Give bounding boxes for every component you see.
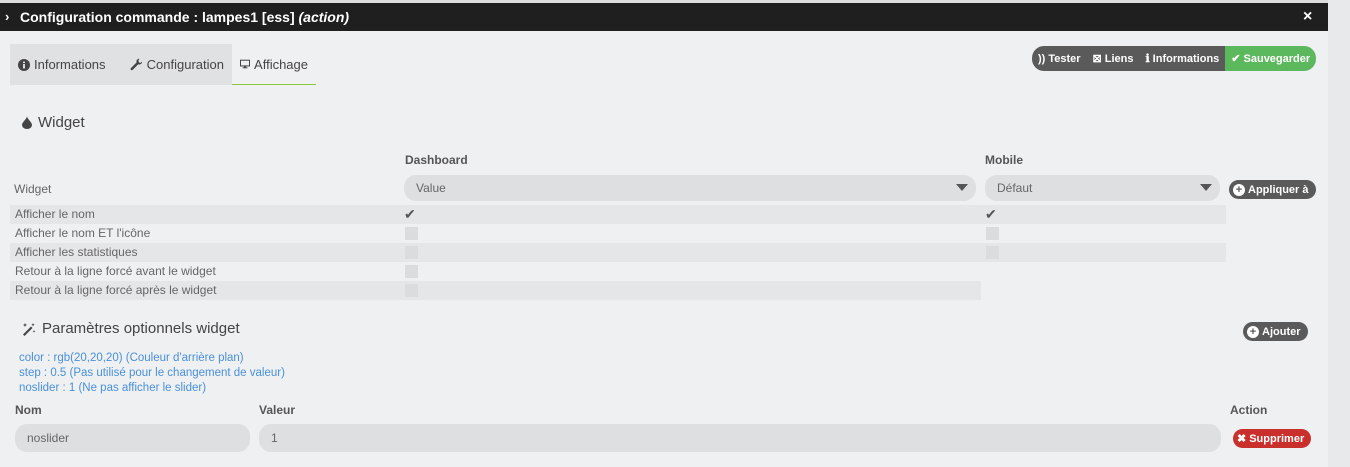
option-row: Afficher le nom ✔ ✔ [10,205,1226,224]
background-page [1328,0,1350,467]
param-name-field[interactable]: noslider [15,424,250,452]
param-value-field[interactable]: 1 [259,424,1221,452]
info-icon: ℹ [1145,53,1150,65]
params-section-label: Paramètres optionnels widget [42,320,240,337]
wrench-icon [130,58,143,71]
option-row: Afficher le nom ET l'icône [10,224,1226,243]
param-hint[interactable]: step : 0.5 (Pas utilisé pour le changeme… [19,367,285,379]
dashboard-widget-select[interactable]: Value [404,175,976,201]
supprimer-label: Supprimer [1249,432,1305,445]
dashboard-checkbox[interactable] [405,246,418,259]
liens-label: Liens [1104,52,1134,65]
tab-informations[interactable]: Informations [10,44,122,85]
rss-icon: )) [1038,52,1046,65]
action-header: Action [1230,403,1268,417]
tester-button[interactable]: )) Tester [1032,46,1087,71]
mobile-header: Mobile [985,153,1023,167]
modal-body: Informations Configuration Affichage )) T… [10,40,1317,465]
option-row: Retour à la ligne forcé avant le widget [10,262,981,281]
dashboard-header: Dashboard [405,153,468,167]
check-circle-icon: ✔ [1231,53,1241,65]
option-label: Retour à la ligne forcé après le widget [15,283,217,297]
tab-affichage-label: Affichage [254,56,308,72]
plus-circle-icon: + [1247,325,1259,338]
ajouter-label: Ajouter [1262,325,1301,338]
option-label: Afficher le nom ET l'icône [15,226,151,240]
appliquer-button[interactable]: + Appliquer à [1229,180,1316,199]
dashboard-checkbox[interactable] [405,284,418,297]
mobile-widget-select[interactable]: Défaut [985,175,1220,201]
config-modal: › Configuration commande : lampes1 [ess]… [0,3,1328,467]
option-row: Retour à la ligne forcé après le widget [10,281,981,300]
times-icon: ✖ [1237,433,1247,445]
info-circle-icon [18,58,30,71]
caret-down-icon [1200,184,1212,191]
appliquer-label: Appliquer à [1248,183,1309,196]
nom-header: Nom [15,403,42,417]
widget-section-label: Widget [38,114,85,131]
sauvegarder-button[interactable]: ✔ Sauvegarder [1225,46,1317,71]
tab-configuration-label: Configuration [146,57,224,72]
ajouter-button[interactable]: + Ajouter [1243,322,1308,341]
informations-button[interactable]: ℹ Informations [1139,46,1226,71]
informations-label: Informations [1152,52,1220,65]
supprimer-button[interactable]: ✖ Supprimer [1233,429,1312,448]
liens-button[interactable]: ⊠ Liens [1086,46,1140,71]
mobile-widget-value: Défaut [997,181,1033,195]
caret-down-icon [956,184,968,191]
magic-wand-icon [23,322,36,336]
tab-configuration[interactable]: Configuration [122,44,232,85]
option-row: Afficher les statistiques [10,243,1226,262]
param-value-value: 1 [271,431,278,445]
tester-label: Tester [1048,52,1081,65]
sauvegarder-label: Sauvegarder [1243,52,1311,65]
widget-label: Widget [14,182,52,196]
dashboard-checkbox[interactable] [405,227,418,240]
tint-icon [22,116,32,129]
mobile-checkbox[interactable] [986,246,999,259]
check-icon[interactable]: ✔ [404,207,416,221]
param-name-value: noslider [27,431,70,445]
dashboard-widget-value: Value [416,181,446,195]
links-icon: ⊠ [1092,53,1102,65]
mobile-checkbox[interactable] [986,227,999,240]
tab-informations-label: Informations [34,57,106,72]
param-hint[interactable]: color : rgb(20,20,20) (Couleur d'arrière… [19,352,244,364]
dashboard-checkbox[interactable] [405,265,418,278]
valeur-header: Valeur [259,403,296,417]
widget-section-title: Widget [22,114,85,131]
option-label: Afficher le nom [15,207,95,221]
params-section-title: Paramètres optionnels widget [22,320,240,337]
chevron-right-icon: › [5,9,10,24]
check-icon[interactable]: ✔ [985,207,997,221]
option-label: Afficher les statistiques [15,245,138,259]
tab-affichage[interactable]: Affichage [232,44,316,85]
close-icon[interactable]: × [1303,8,1312,26]
modal-title-text: Configuration commande : lampes1 [ess] [20,9,295,25]
action-button-group: )) Tester ⊠ Liens ℹ Informations ✔ Sauvegard… [1032,46,1317,71]
modal-title: Configuration commande : lampes1 [ess] (… [20,9,349,25]
modal-titlebar: › Configuration commande : lampes1 [ess]… [0,3,1328,31]
option-label: Retour à la ligne forcé avant le widget [15,264,216,278]
desktop-icon [240,59,251,69]
param-hint[interactable]: noslider : 1 (Ne pas afficher le slider) [19,382,206,394]
plus-circle-icon: + [1233,183,1245,196]
modal-title-action: (action) [298,9,350,25]
